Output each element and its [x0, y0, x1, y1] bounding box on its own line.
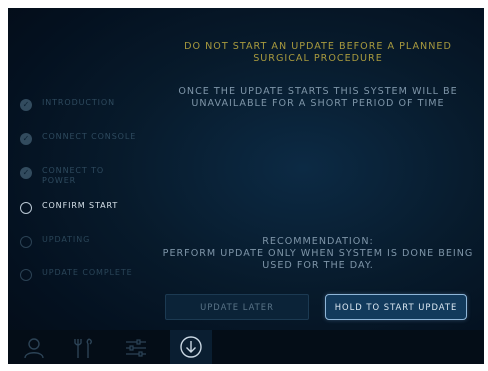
- step-update-complete: UPDATE COMPLETE: [20, 268, 142, 281]
- sliders-icon[interactable]: [124, 336, 148, 360]
- recommendation: RECOMMENDATION: PERFORM UPDATE ONLY WHEN…: [158, 236, 478, 272]
- hold-to-start-update-button[interactable]: HOLD TO START UPDATE: [325, 294, 467, 320]
- tools-icon[interactable]: [72, 336, 96, 360]
- user-icon[interactable]: [22, 336, 46, 360]
- step-label: CONFIRM START: [42, 201, 119, 210]
- step-updating: UPDATING: [20, 235, 142, 248]
- recommendation-title: RECOMMENDATION:: [262, 236, 374, 247]
- surgical-warning-text: DO NOT START AN UPDATE BEFORE A PLANNED …: [184, 41, 452, 64]
- update-screen: ✓ INTRODUCTION ✓ CONNECT CONSOLE ✓ CONNE…: [8, 8, 484, 364]
- step-confirm-start: CONFIRM START: [20, 201, 142, 214]
- update-later-button[interactable]: UPDATE LATER: [165, 294, 309, 320]
- step-connect-to-power: ✓ CONNECT TO POWER: [20, 166, 112, 186]
- recommendation-text: PERFORM UPDATE ONLY WHEN SYSTEM IS DONE …: [162, 248, 474, 271]
- circle-icon: [20, 236, 32, 248]
- step-label: CONNECT TO POWER: [42, 166, 105, 185]
- step-label: INTRODUCTION: [42, 98, 116, 107]
- update-steps-sidebar: ✓ INTRODUCTION ✓ CONNECT CONSOLE ✓ CONNE…: [8, 8, 150, 328]
- step-label: UPDATE COMPLETE: [42, 268, 133, 277]
- step-connect-console: ✓ CONNECT CONSOLE: [20, 132, 142, 145]
- step-label: CONNECT CONSOLE: [42, 132, 137, 141]
- check-icon: ✓: [20, 99, 32, 111]
- check-icon: ✓: [20, 133, 32, 145]
- unavailable-info-text: ONCE THE UPDATE STARTS THIS SYSTEM WILL …: [178, 86, 458, 109]
- circle-icon: [20, 202, 32, 214]
- download-icon[interactable]: [179, 335, 203, 359]
- circle-icon: [20, 269, 32, 281]
- check-icon: ✓: [20, 167, 32, 179]
- step-introduction: ✓ INTRODUCTION: [20, 98, 142, 111]
- step-label: UPDATING: [42, 235, 91, 244]
